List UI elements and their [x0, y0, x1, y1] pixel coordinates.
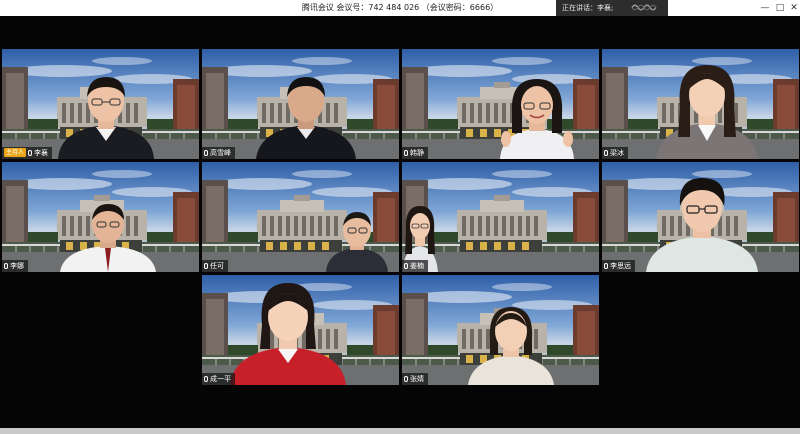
video-grid: 主持人 李襄 高雪峰 韩静 梁冰 李娜 任可 姜楠 李思远 成一平 张婧: [0, 16, 800, 434]
microphone-icon: [404, 150, 408, 156]
video-tile[interactable]: 任可: [202, 162, 399, 272]
participant-video: [58, 77, 154, 159]
participant-label: 成一平: [202, 373, 235, 385]
video-tile[interactable]: 韩静: [402, 49, 599, 159]
participant-name: 任可: [210, 262, 224, 270]
participant-video: [500, 79, 574, 159]
participant-label: 张婧: [402, 373, 428, 385]
host-badge: 主持人: [4, 148, 27, 157]
participant-video: [230, 283, 346, 385]
participant-label: 李娜: [2, 260, 28, 272]
maximize-button[interactable]: □: [773, 2, 787, 14]
video-tile[interactable]: 主持人 李襄: [2, 49, 199, 159]
video-tile[interactable]: 李娜: [2, 162, 199, 272]
participant-name: 李襄: [34, 149, 49, 157]
microphone-icon: [204, 376, 208, 382]
participant-video: [326, 212, 388, 272]
participant-label: 主持人 李襄: [2, 147, 53, 159]
participant-video: [60, 204, 156, 272]
participant-name: 李思远: [610, 262, 631, 270]
participant-name: 梁冰: [610, 149, 624, 157]
microphone-icon: [404, 263, 408, 269]
participant-video: [646, 178, 758, 272]
video-tile[interactable]: 高雪峰: [202, 49, 399, 159]
participant-label: 韩静: [402, 147, 428, 159]
participant-name: 高雪峰: [210, 149, 231, 157]
bottom-edge: [0, 428, 800, 434]
participant-name: 张婧: [410, 375, 424, 383]
participant-video: [468, 307, 554, 385]
microphone-icon: [604, 263, 608, 269]
participant-label: 任可: [202, 260, 228, 272]
meeting-title: 腾讯会议 会议号：742 484 026 （会议密码：6666）: [301, 3, 499, 12]
audio-wave-icon: [631, 4, 657, 11]
participant-name: 姜楠: [410, 262, 424, 270]
title-bar: 腾讯会议 会议号：742 484 026 （会议密码：6666） 正在讲话：李襄…: [0, 0, 800, 16]
participant-label: 姜楠: [402, 260, 428, 272]
participant-label: 李思远: [602, 260, 635, 272]
microphone-icon: [4, 263, 8, 269]
close-button[interactable]: ✕: [787, 2, 800, 14]
participant-label: 梁冰: [602, 147, 628, 159]
microphone-icon: [28, 150, 33, 156]
participant-name: 韩静: [410, 149, 424, 157]
video-tile[interactable]: 李思远: [602, 162, 799, 272]
video-tile[interactable]: 梁冰: [602, 49, 799, 159]
participant-video: [656, 65, 758, 159]
microphone-icon: [604, 150, 608, 156]
participant-name: 成一平: [210, 375, 231, 383]
speaking-indicator: 正在讲话：李襄;: [556, 0, 668, 16]
video-tile[interactable]: 姜楠: [402, 162, 599, 272]
speaking-label: 正在讲话：李襄;: [562, 4, 614, 12]
video-tile[interactable]: 成一平: [202, 275, 399, 385]
participant-video: [256, 77, 356, 159]
microphone-icon: [204, 263, 208, 269]
microphone-icon: [204, 150, 208, 156]
participant-name: 李娜: [10, 262, 24, 270]
minimize-button[interactable]: —: [758, 2, 772, 14]
video-tile[interactable]: 张婧: [402, 275, 599, 385]
microphone-icon: [404, 376, 408, 382]
participant-label: 高雪峰: [202, 147, 235, 159]
